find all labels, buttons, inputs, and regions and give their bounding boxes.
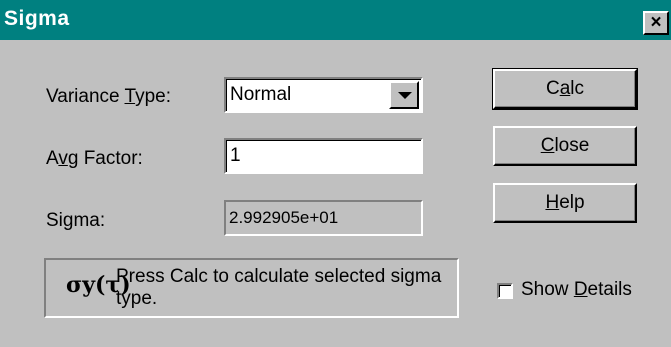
- window-title: Sigma: [4, 7, 70, 30]
- dropdown-arrow-icon[interactable]: [389, 81, 419, 109]
- status-message-text: Press Calc to calculate selected sigma t…: [116, 266, 442, 309]
- sigma-label: Sigma:: [46, 210, 106, 231]
- avg-factor-input[interactable]: 1: [224, 138, 423, 174]
- show-details-checkbox[interactable]: [497, 283, 513, 299]
- sigma-dialog: Sigma × Variance Type: Normal Avg Factor…: [0, 0, 671, 347]
- show-details-label[interactable]: Show Details: [521, 279, 632, 301]
- variance-type-value: Normal: [230, 84, 292, 105]
- variance-type-select[interactable]: Normal: [224, 77, 423, 113]
- title-bar[interactable]: Sigma ×: [0, 0, 671, 40]
- variance-type-label: Variance Type:: [46, 86, 171, 107]
- sigma-value: 2.992905e+01: [224, 200, 423, 236]
- avg-factor-label: Avg Factor:: [46, 148, 143, 169]
- help-button[interactable]: Help: [493, 183, 637, 223]
- close-button[interactable]: Close: [493, 126, 637, 166]
- close-window-button[interactable]: ×: [643, 11, 669, 35]
- calc-button[interactable]: Calc: [492, 68, 638, 110]
- status-message-box: σy(τ) Press Calc to calculate selected s…: [44, 258, 459, 318]
